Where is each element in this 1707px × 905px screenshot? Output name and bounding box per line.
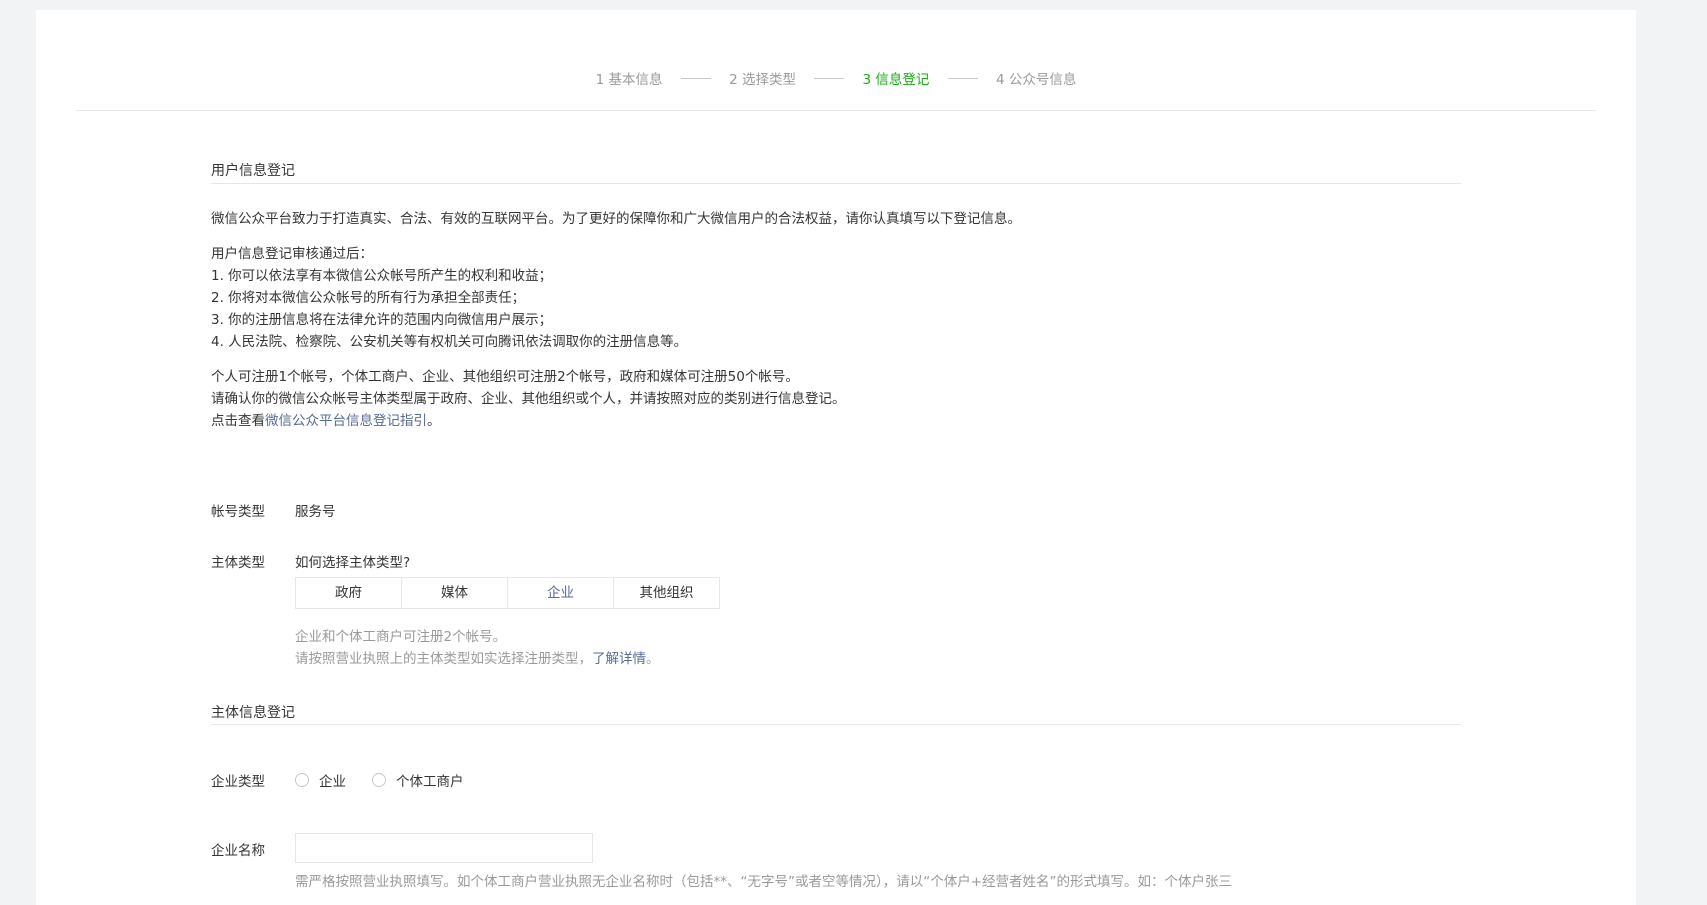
detail-tip-prefix: 请按照营业执照上的主体类型如实选择注册类型， bbox=[295, 651, 592, 667]
guide-note-prefix: 点击查看 bbox=[211, 413, 265, 429]
radio-circle[interactable] bbox=[295, 773, 309, 787]
enterprise-name-label: 企业名称 bbox=[211, 843, 265, 859]
radio-enterprise[interactable]: 企业 bbox=[295, 770, 346, 790]
subject-type-government[interactable]: 政府 bbox=[296, 578, 402, 608]
guide-note: 点击查看微信公众平台信息登记指引。 bbox=[211, 410, 441, 432]
how-to-choose-subject-link[interactable]: 如何选择主体类型? bbox=[295, 551, 410, 571]
subject-type-tip: 企业和个体工商户可注册2个帐号。 bbox=[295, 629, 507, 645]
review-heading: 用户信息登记审核通过后： bbox=[211, 246, 373, 262]
guide-note-suffix: 。 bbox=[427, 413, 441, 429]
detail-tip-suffix: 。 bbox=[646, 651, 660, 667]
radio-circle[interactable] bbox=[372, 773, 386, 787]
enterprise-type-label: 企业类型 bbox=[211, 774, 265, 790]
step-info-registration: 3 信息登记 bbox=[862, 72, 930, 88]
account-type-label: 帐号类型 bbox=[211, 504, 265, 520]
intro-text: 微信公众平台致力于打造真实、合法、有效的互联网平台。为了更好的保障你和广大微信用… bbox=[211, 211, 1021, 227]
section-divider bbox=[211, 724, 1461, 725]
account-type-value: 服务号 bbox=[295, 504, 336, 520]
subject-type-selector: 政府 媒体 企业 其他组织 bbox=[295, 577, 720, 609]
step-account-info: 4 公众号信息 bbox=[996, 72, 1077, 88]
subject-info-title: 主体信息登记 bbox=[211, 705, 295, 721]
step-indicator: 1 基本信息 2 选择类型 3 信息登记 4 公众号信息 bbox=[36, 68, 1636, 88]
step-separator bbox=[680, 77, 711, 79]
step-separator bbox=[947, 77, 978, 79]
rights-item-2: 2. 你将对本微信公众帐号的所有行为承担全部责任； bbox=[211, 290, 526, 306]
section-divider bbox=[211, 183, 1461, 184]
enterprise-name-input[interactable] bbox=[295, 833, 593, 863]
enterprise-name-tip: 需严格按照营业执照填写。如个体工商户营业执照无企业名称时（包括**、“无字号”或… bbox=[295, 874, 1233, 890]
rights-item-4: 4. 人民法院、检察院、公安机关等有权机关可向腾讯依法调取你的注册信息等。 bbox=[211, 334, 688, 350]
radio-individual-business-label: 个体工商户 bbox=[396, 774, 464, 790]
step-basic-info: 1 基本信息 bbox=[595, 72, 663, 88]
user-info-title: 用户信息登记 bbox=[211, 163, 295, 179]
subject-confirm-note: 请确认你的微信公众帐号主体类型属于政府、企业、其他组织或个人，并请按照对应的类别… bbox=[211, 391, 846, 407]
subject-type-detail-tip: 请按照营业执照上的主体类型如实选择注册类型，了解详情。 bbox=[295, 647, 660, 667]
subject-type-other-org[interactable]: 其他组织 bbox=[614, 578, 719, 608]
stepper-divider bbox=[76, 110, 1596, 111]
subject-type-media[interactable]: 媒体 bbox=[402, 578, 508, 608]
registration-guide-link[interactable]: 微信公众平台信息登记指引 bbox=[265, 413, 427, 429]
enterprise-type-radio-group: 企业 个体工商户 bbox=[295, 770, 490, 790]
learn-more-link[interactable]: 了解详情 bbox=[592, 651, 646, 667]
account-limit-note: 个人可注册1个帐号，个体工商户、企业、其他组织可注册2个帐号，政府和媒体可注册5… bbox=[211, 369, 799, 385]
radio-enterprise-label: 企业 bbox=[319, 774, 346, 790]
subject-type-label: 主体类型 bbox=[211, 555, 265, 571]
step-select-type: 2 选择类型 bbox=[729, 72, 796, 88]
rights-item-3: 3. 你的注册信息将在法律允许的范围内向微信用户展示； bbox=[211, 312, 553, 328]
step-separator bbox=[814, 77, 845, 79]
registration-card: 1 基本信息 2 选择类型 3 信息登记 4 公众号信息 用户信息登记 微信公众… bbox=[36, 10, 1636, 905]
rights-item-1: 1. 你可以依法享有本微信公众帐号所产生的权利和收益； bbox=[211, 268, 553, 284]
subject-type-enterprise[interactable]: 企业 bbox=[508, 578, 614, 608]
radio-individual-business[interactable]: 个体工商户 bbox=[372, 770, 464, 790]
